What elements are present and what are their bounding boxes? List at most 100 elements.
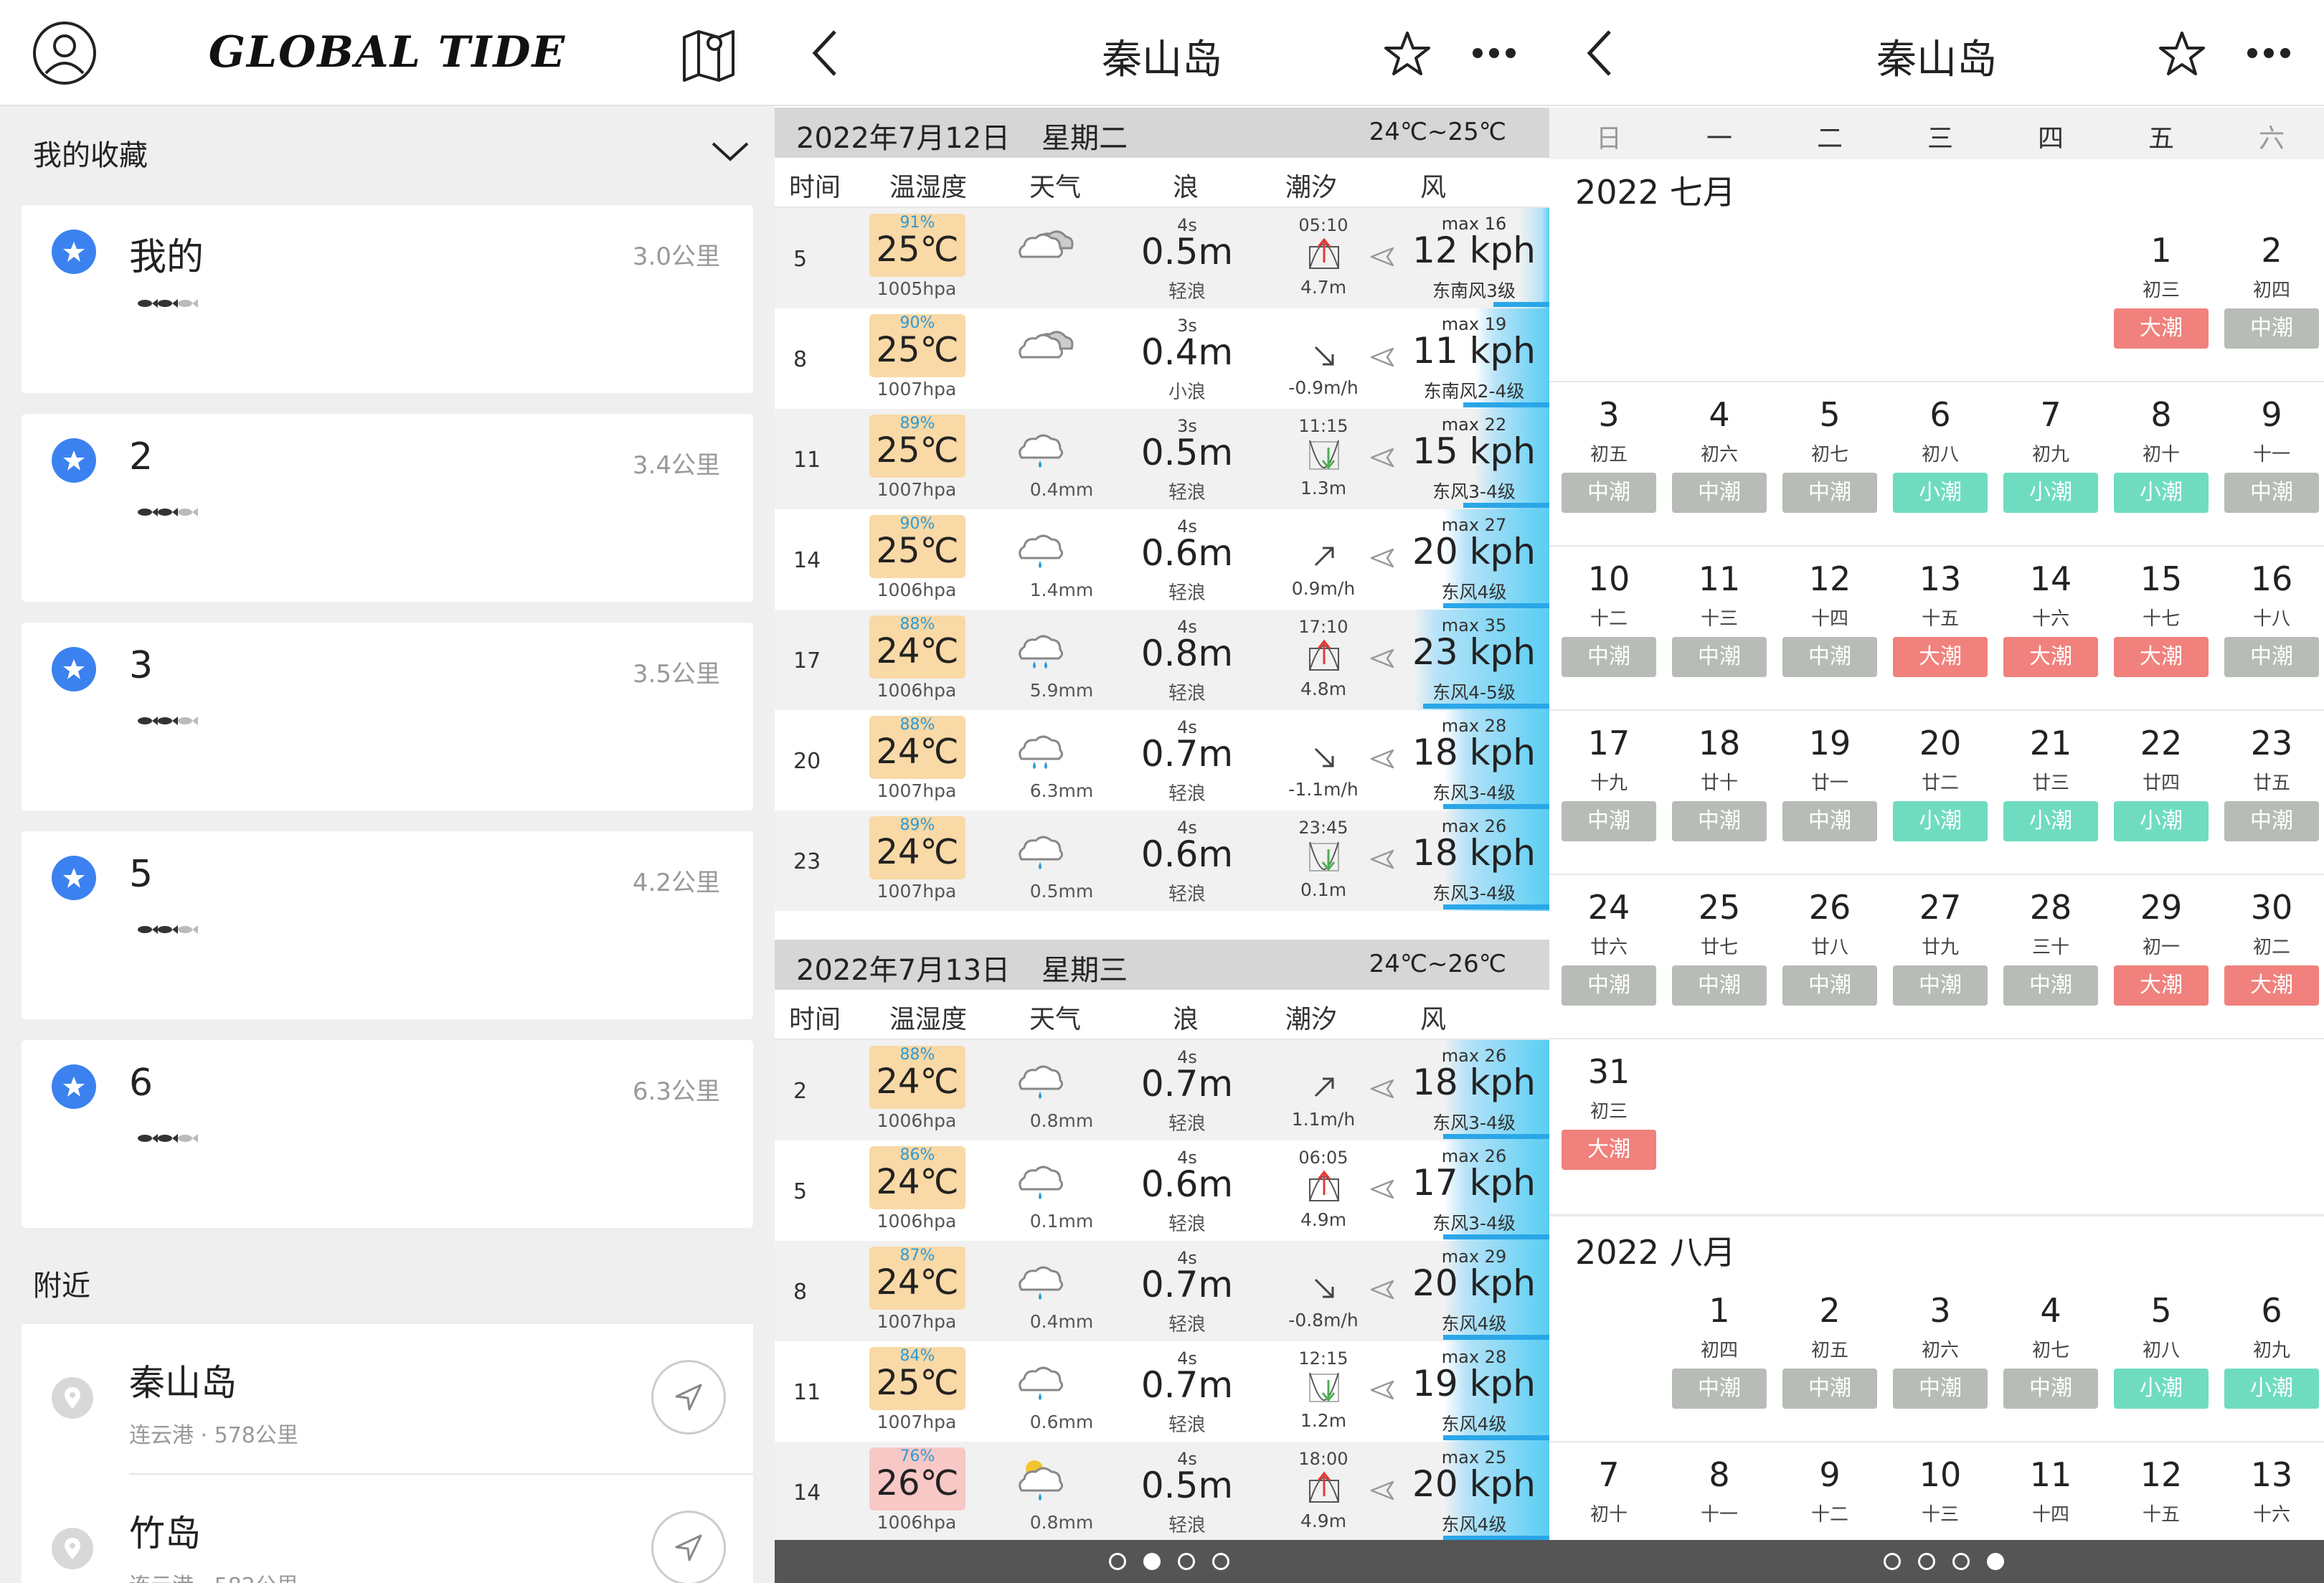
- calendar-day[interactable]: 31 初三 大潮: [1554, 1052, 1664, 1203]
- tide-badge: 小潮: [2003, 801, 2098, 841]
- day-number: 4: [2040, 1291, 2061, 1330]
- lunar-date: 初五: [1810, 1340, 1848, 1361]
- calendar-day[interactable]: 30 初二 大潮: [2216, 888, 2324, 1039]
- day-number: 1: [1709, 1291, 1730, 1330]
- calendar-day[interactable]: 26 廿八 中潮: [1775, 888, 1885, 1039]
- tide-badge: 大潮: [2003, 637, 2098, 677]
- tide-badge: 中潮: [1672, 801, 1767, 841]
- location-pin-icon: [52, 1528, 93, 1569]
- calendar-day[interactable]: 4 初六 中潮: [1664, 395, 1775, 546]
- chevron-down-icon[interactable]: [710, 136, 750, 165]
- calendar-day[interactable]: 5 初七 中潮: [1775, 395, 1885, 546]
- weekday-label: 六: [2258, 124, 2285, 153]
- calendar-day[interactable]: 21 廿三 小潮: [1995, 724, 2106, 874]
- calendar-day[interactable]: 1 初四 中潮: [1664, 1291, 1775, 1442]
- calendar-day[interactable]: 29 初一 大潮: [2106, 888, 2216, 1039]
- favorite-card[interactable]: 3 3.5公里: [22, 623, 753, 811]
- calendar-day[interactable]: 2 初四 中潮: [2216, 231, 2324, 382]
- calendar-day[interactable]: 5 初八 小潮: [2106, 1291, 2216, 1442]
- calendar-day[interactable]: 17 十九 中潮: [1554, 724, 1664, 874]
- nearby-item[interactable]: 秦山岛 连云港 · 578公里: [22, 1324, 753, 1475]
- day-number: 28: [2029, 888, 2072, 927]
- calendar-day[interactable]: 3 初五 中潮: [1554, 395, 1664, 546]
- tide-value: 1.3m: [1300, 478, 1347, 498]
- calendar-day[interactable]: 2 初五 中潮: [1775, 1291, 1885, 1442]
- tide-value: 1.1m/h: [1291, 1109, 1356, 1130]
- fish-rating-icon: [136, 713, 208, 729]
- calendar-day[interactable]: 3 初六 中潮: [1885, 1291, 1995, 1442]
- page-dot[interactable]: [1178, 1553, 1195, 1570]
- page-dot[interactable]: [1918, 1553, 1935, 1570]
- page-dot[interactable]: [1143, 1553, 1161, 1570]
- hour-label: 5: [793, 1179, 808, 1204]
- map-icon[interactable]: [681, 24, 736, 82]
- calendar-day[interactable]: 8 初十 小潮: [2106, 395, 2216, 546]
- tide-badge: 中潮: [1782, 1369, 1877, 1409]
- month-divider: [1549, 1214, 2324, 1216]
- wind-direction-icon: [1369, 242, 1397, 271]
- more-icon[interactable]: [2245, 46, 2292, 60]
- tide-badge: 中潮: [1782, 965, 1877, 1006]
- calendar-top-bar: 秦山岛: [1549, 0, 2324, 106]
- page-dot[interactable]: [1987, 1553, 2004, 1570]
- lunar-date: 十六: [2031, 608, 2069, 630]
- calendar-day[interactable]: 19 廿一 中潮: [1775, 724, 1885, 874]
- page-dot[interactable]: [1952, 1553, 1970, 1570]
- favorite-star-icon: [52, 1064, 96, 1109]
- calendar-day[interactable]: 20 廿二 小潮: [1885, 724, 1995, 874]
- calendar-day[interactable]: 13 十五 大潮: [1885, 559, 1995, 710]
- calendar-day[interactable]: 11 十三 中潮: [1664, 559, 1775, 710]
- forecast-row: 11 84% 25℃ 1007hpa 0.6mm 4s 0.7m 轻浪 12:15 1.2m max…: [775, 1341, 1549, 1442]
- calendar-day[interactable]: 18 廿十 中潮: [1664, 724, 1775, 874]
- temperature-box: 88% 24℃: [869, 615, 965, 679]
- navigate-button[interactable]: [651, 1511, 726, 1583]
- calendar-day[interactable]: 14 十六大潮: [1995, 559, 2106, 710]
- column-header-wind: 风: [1420, 1005, 1447, 1034]
- temperature-box: 87% 24℃: [869, 1247, 965, 1310]
- calendar-day[interactable]: 27 廿九 中潮: [1885, 888, 1995, 1039]
- temperature-box: 89% 25℃: [869, 415, 965, 478]
- tide-badge: 中潮: [2224, 637, 2319, 677]
- calendar-day[interactable]: 4 初七 中潮: [1995, 1291, 2106, 1442]
- weekday-text: 星期三: [1041, 954, 1128, 987]
- favorite-distance: 3.0公里: [632, 242, 720, 271]
- calendar-day[interactable]: 16 十八 中潮: [2216, 559, 2324, 710]
- tide-badge: 中潮: [2003, 1369, 2098, 1409]
- nearby-item[interactable]: 竹岛连云港 · 582公里: [22, 1475, 753, 1583]
- day-number: 14: [2029, 559, 2072, 598]
- more-icon[interactable]: [1470, 46, 1518, 60]
- calendar-day[interactable]: 1 初三 大潮: [2106, 231, 2216, 382]
- calendar-day[interactable]: 6 初九 小潮: [2216, 1291, 2324, 1442]
- tide-high-icon: [1304, 235, 1344, 273]
- wind-speed: 17 kph: [1412, 1162, 1536, 1204]
- wind-level-bar: [1443, 603, 1549, 608]
- page-dot[interactable]: [1884, 1553, 1901, 1570]
- calendar-day[interactable]: 25 廿七 中潮: [1664, 888, 1775, 1039]
- star-icon[interactable]: [1383, 30, 1432, 77]
- favorite-card[interactable]: 我的 3.0公里: [22, 205, 753, 393]
- navigate-button[interactable]: [651, 1360, 726, 1435]
- favorite-card[interactable]: 2 3.4公里: [22, 414, 753, 602]
- calendar-day[interactable]: 24 廿六 中潮: [1554, 888, 1664, 1039]
- calendar-day[interactable]: 6 初八 小潮: [1885, 395, 1995, 546]
- tide-time: 23:45: [1298, 818, 1348, 838]
- lunar-date: 廿九: [1921, 937, 1959, 958]
- calendar-day[interactable]: 23 廿五 中潮: [2216, 724, 2324, 874]
- favorite-card[interactable]: 6 6.3公里: [22, 1040, 753, 1228]
- tide-time: 11:15: [1298, 416, 1348, 436]
- favorites-panel: GLOBAL TIDE 我的收藏 我的 3.0公里 2 3.4公里 3 3.5公里 5 4.2…: [0, 0, 775, 1583]
- calendar-day[interactable]: 15 十七 大潮: [2106, 559, 2216, 710]
- calendar-day[interactable]: 9 十一 中潮: [2216, 395, 2324, 546]
- page-dot[interactable]: [1109, 1553, 1126, 1570]
- wind-direction-icon: [1369, 644, 1397, 673]
- calendar-day[interactable]: 10 十二 中潮: [1554, 559, 1664, 710]
- calendar-day[interactable]: 28 三十 中潮: [1995, 888, 2106, 1039]
- hour-label: 20: [793, 749, 821, 774]
- page-dot[interactable]: [1212, 1553, 1229, 1570]
- favorite-card[interactable]: 5 4.2公里: [22, 831, 753, 1019]
- temperature-value: 25℃: [876, 531, 959, 571]
- calendar-day[interactable]: 7 初九 小潮: [1995, 395, 2106, 546]
- calendar-day[interactable]: 22 廿四 小潮: [2106, 724, 2216, 874]
- calendar-day[interactable]: 12 十四 中潮: [1775, 559, 1885, 710]
- star-icon[interactable]: [2158, 30, 2206, 77]
